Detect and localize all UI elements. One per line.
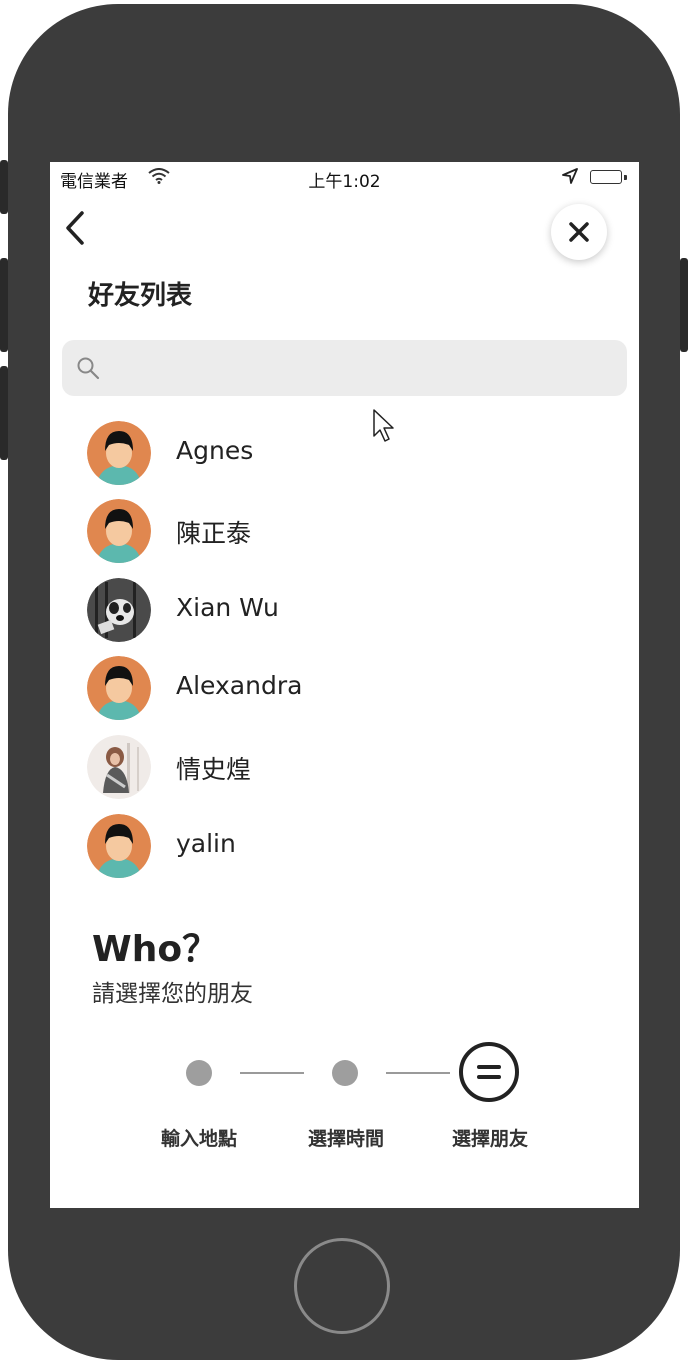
friend-name: yalin (176, 829, 236, 858)
friend-item[interactable]: Alexandra (50, 653, 639, 723)
mouse-cursor-icon (372, 408, 396, 448)
friend-name: Alexandra (176, 671, 303, 700)
friend-name: Agnes (176, 436, 254, 465)
volume-up-button (0, 258, 8, 352)
page-title: 好友列表 (88, 281, 193, 311)
photo-avatar (87, 578, 151, 642)
search-bar[interactable] (62, 340, 627, 396)
search-input[interactable] (112, 348, 616, 390)
step-dot-time (332, 1060, 358, 1086)
prompt-heading: Who？ (92, 929, 219, 970)
battery-cap (624, 175, 627, 180)
app-screen: 電信業者 上午1:02 好友列表 Agnes 陳正泰 Xian Wu Alexa… (50, 162, 639, 1208)
step-label-friend: 選擇朋友 (451, 1128, 528, 1150)
default-avatar (87, 499, 151, 563)
step-label-location: 輸入地點 (160, 1128, 237, 1150)
friend-name: Xian Wu (176, 593, 279, 622)
home-button[interactable] (294, 1238, 390, 1334)
back-button[interactable] (60, 210, 90, 246)
equals-icon (477, 1065, 501, 1079)
power-button (680, 258, 688, 352)
step-connector (240, 1072, 304, 1074)
friend-item[interactable]: 陳正泰 (50, 496, 639, 566)
default-avatar (87, 656, 151, 720)
photo-avatar (87, 735, 151, 799)
step-connector (386, 1072, 450, 1074)
location-arrow-icon (562, 168, 578, 189)
default-avatar (87, 421, 151, 485)
step-dot-location (186, 1060, 212, 1086)
friend-item[interactable]: Agnes (50, 418, 639, 488)
friend-item[interactable]: 情史煌 (50, 732, 639, 802)
friend-name: 情史煌 (176, 755, 252, 784)
volume-down-button (0, 366, 8, 460)
status-bar: 電信業者 上午1:02 (50, 162, 639, 194)
close-icon (569, 222, 589, 242)
search-icon (76, 356, 100, 384)
mute-switch (0, 160, 8, 214)
friend-name: 陳正泰 (176, 519, 252, 548)
status-time: 上午1:02 (308, 172, 381, 192)
step-label-time: 選擇時間 (307, 1128, 384, 1150)
friend-item[interactable]: yalin (50, 811, 639, 881)
friend-item[interactable]: Xian Wu (50, 575, 639, 645)
battery-icon (590, 170, 622, 184)
step-current-indicator (459, 1042, 519, 1102)
default-avatar (87, 814, 151, 878)
prompt-subtitle: 請選擇您的朋友 (92, 981, 253, 1007)
close-button[interactable] (551, 204, 607, 260)
